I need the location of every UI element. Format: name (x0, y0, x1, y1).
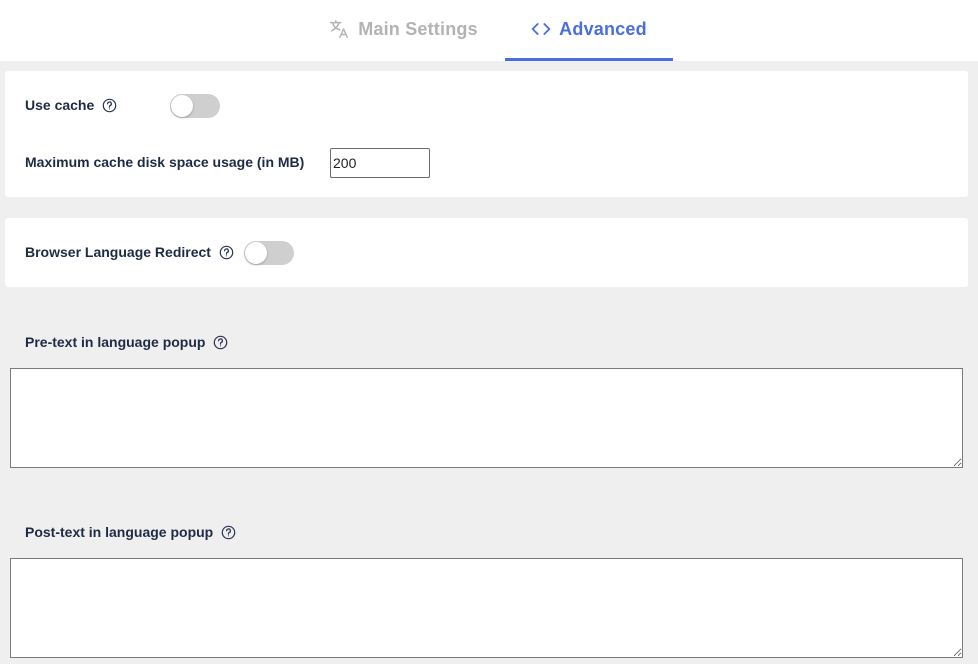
post-text-label: Post-text in language popup (25, 524, 214, 540)
tab-advanced-label: Advanced (559, 18, 647, 39)
pre-text-label: Pre-text in language popup (25, 334, 206, 350)
post-text-textarea[interactable] (10, 558, 963, 658)
tab-bar: Main Settings Advanced (0, 0, 978, 61)
help-icon[interactable] (219, 245, 234, 260)
cache-settings-card (5, 71, 968, 197)
use-cache-row-label: Use cache (25, 97, 117, 113)
browser-redirect-toggle[interactable] (244, 241, 294, 265)
max-disk-label-text: Maximum cache disk space usage (in MB) (25, 154, 305, 170)
help-icon[interactable] (213, 335, 228, 350)
tab-advanced[interactable]: Advanced (505, 0, 673, 58)
toggle-knob (245, 242, 267, 264)
max-disk-label: Maximum cache disk space usage (in MB) (25, 154, 304, 170)
max-disk-input[interactable] (330, 148, 430, 178)
help-icon[interactable] (102, 98, 117, 113)
toggle-knob (171, 95, 193, 117)
browser-redirect-label: Browser Language Redirect (25, 244, 211, 260)
browser-redirect-row-label: Browser Language Redirect (25, 244, 234, 260)
post-text-row-label: Post-text in language popup (25, 524, 236, 540)
active-tab-indicator (505, 58, 673, 61)
pre-text-textarea[interactable] (10, 368, 963, 468)
tab-main-settings-label: Main Settings (358, 18, 478, 39)
help-icon[interactable] (221, 525, 236, 540)
use-cache-label: Use cache (25, 97, 95, 113)
code-icon (531, 19, 551, 39)
pre-text-row-label: Pre-text in language popup (25, 334, 228, 350)
tab-main-settings[interactable]: Main Settings (318, 0, 488, 58)
use-cache-toggle[interactable] (170, 94, 220, 118)
translate-icon (328, 18, 350, 40)
